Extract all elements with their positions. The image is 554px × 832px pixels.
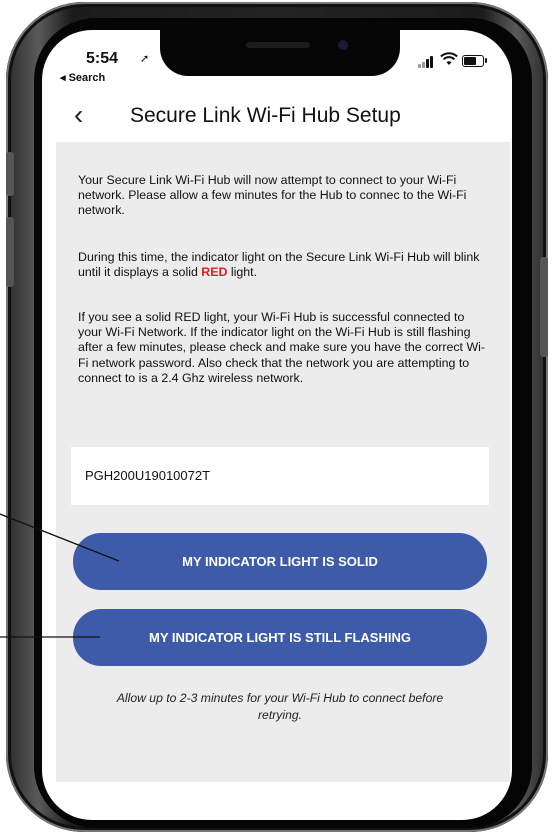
front-camera <box>338 40 348 50</box>
page-title: Secure Link Wi-Fi Hub Setup <box>130 104 401 127</box>
instruction-text: light. <box>227 265 258 280</box>
light-flashing-button[interactable]: MY INDICATOR LIGHT IS STILL FLASHING <box>73 609 487 666</box>
status-time: 5:54 <box>86 50 119 67</box>
retry-note: Allow up to 2-3 minutes for your Wi-Fi H… <box>116 691 444 722</box>
instruction-paragraph-2: During this time, the indicator light on… <box>78 250 490 280</box>
light-solid-button[interactable]: MY INDICATOR LIGHT IS SOLID <box>73 533 487 590</box>
battery-icon <box>462 55 487 67</box>
phone-notch <box>160 30 400 76</box>
red-highlight: RED <box>201 265 228 280</box>
location-arrow-icon: ➚ <box>140 53 150 65</box>
instruction-paragraph-3: If you see a solid RED light, your Wi-Fi… <box>78 310 486 385</box>
signal-icon <box>418 56 436 68</box>
hub-serial-field[interactable]: PGH200U19010072T <box>71 447 489 505</box>
power-button <box>540 257 548 357</box>
mute-switch <box>6 152 14 196</box>
instruction-text: During this time, the indicator light on… <box>78 250 480 280</box>
back-chevron-icon[interactable]: ‹ <box>74 100 83 130</box>
speaker-grille <box>246 42 310 48</box>
instruction-paragraph-1: Your Secure Link Wi-Fi Hub will now atte… <box>78 173 467 218</box>
back-to-search-link[interactable]: ◂ Search <box>60 71 105 84</box>
volume-button <box>6 217 14 287</box>
wifi-icon <box>440 52 458 65</box>
